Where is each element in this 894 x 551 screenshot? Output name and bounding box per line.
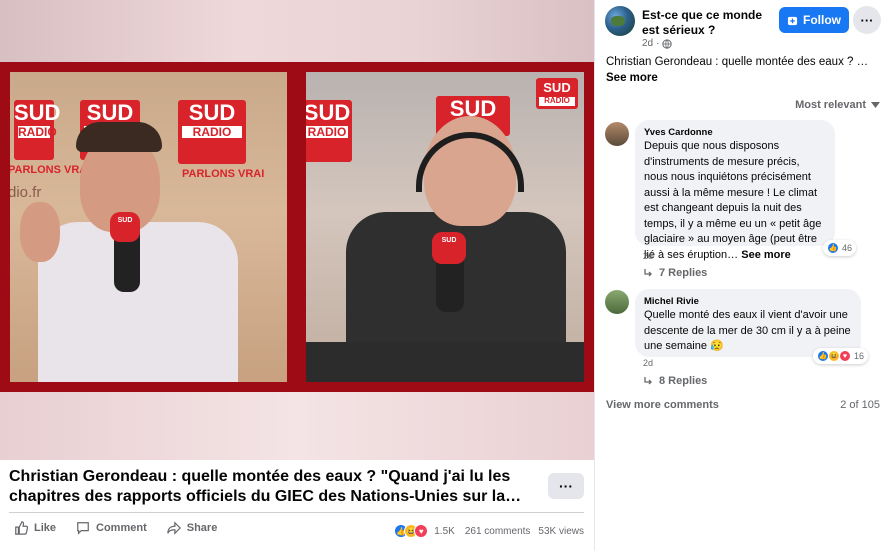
- mic-badge: SUD: [432, 232, 466, 264]
- like-button[interactable]: Like: [14, 521, 56, 535]
- post-text-content: Christian Gerondeau : quelle montée des …: [606, 56, 869, 68]
- post-side-panel: Est-ce que ce monde est sérieux ? 2d · F…: [594, 0, 894, 551]
- sud-radio-logo: SUD RADIO: [306, 100, 352, 162]
- comment-time[interactable]: 2d: [643, 358, 653, 368]
- comment-author[interactable]: Yves Cardonne: [644, 126, 825, 139]
- see-more-link[interactable]: See more: [741, 249, 791, 261]
- reaction-icons[interactable]: 👍 😆 ♥: [394, 524, 429, 538]
- replies-label: 8 Replies: [659, 375, 708, 387]
- comment: Michel Rivie Quelle monté des eaux il vi…: [605, 289, 885, 389]
- comments-count[interactable]: 261 comments: [465, 526, 531, 537]
- tagline: PARLONS VRAI: [10, 164, 91, 176]
- sort-label: Most relevant: [795, 99, 866, 111]
- commenter-avatar[interactable]: [605, 122, 629, 146]
- video-player[interactable]: SUD RADIO SUD RADIO SUD RADIO PARLONS VR…: [0, 0, 594, 460]
- video-frame: SUD RADIO SUD RADIO SUD RADIO PARLONS VR…: [0, 62, 594, 392]
- comment-time[interactable]: 2d: [643, 251, 653, 261]
- comment: Yves Cardonne Depuis que nous disposons …: [605, 120, 885, 280]
- follow-icon: [787, 16, 798, 25]
- comment-button[interactable]: Comment: [76, 521, 147, 535]
- panel-more-button[interactable]: ···: [853, 6, 881, 34]
- comment-reaction-count: 46: [842, 243, 853, 253]
- comment-icon: [77, 522, 89, 535]
- view-replies-link[interactable]: 7 Replies: [643, 267, 707, 279]
- comment-bubble: Yves Cardonne Depuis que nous disposons …: [635, 120, 835, 261]
- comment-reactions[interactable]: 👍 😆 ♥ 16: [813, 348, 869, 364]
- love-reaction-icon: ♥: [839, 350, 851, 362]
- comment-author[interactable]: Michel Rivie: [644, 295, 851, 308]
- post-actions: Like Comment Share: [14, 521, 217, 535]
- share-button[interactable]: Share: [167, 521, 218, 535]
- replies-label: 7 Replies: [659, 267, 708, 279]
- commenter-avatar[interactable]: [605, 290, 629, 314]
- presenter-hair: [76, 122, 162, 152]
- sort-dropdown[interactable]: Most relevant: [795, 99, 880, 111]
- follow-label: Follow: [803, 13, 841, 27]
- sud-radio-logo: SUD RADIO: [14, 100, 60, 160]
- reply-arrow-icon: [644, 377, 652, 385]
- comment-reactions[interactable]: 👍 46: [823, 240, 857, 256]
- comment-bubble: Michel Rivie Quelle monté des eaux il vi…: [635, 289, 861, 357]
- site-url: dio.fr: [10, 184, 42, 201]
- share-label: Share: [186, 522, 218, 534]
- video-pane-left: SUD RADIO SUD RADIO SUD RADIO PARLONS VR…: [10, 72, 287, 382]
- reaction-count[interactable]: 1.5K: [434, 526, 455, 537]
- page-name[interactable]: Est-ce que ce monde est sérieux ?: [642, 8, 772, 38]
- see-more-link[interactable]: See more: [606, 72, 658, 84]
- thumbs-up-icon: [15, 521, 28, 535]
- sud-radio-logo: SUD RADIO: [178, 100, 246, 164]
- caret-down-icon: [871, 102, 880, 108]
- post-more-button[interactable]: ···: [548, 473, 584, 499]
- post-stats: 👍 😆 ♥ 1.5K 261 comments 53K views: [394, 524, 584, 538]
- page-avatar[interactable]: [605, 6, 635, 36]
- post-time[interactable]: 2d: [642, 38, 653, 49]
- video-blur-bottom: [0, 392, 594, 460]
- follow-button[interactable]: Follow: [779, 7, 849, 33]
- love-reaction-icon: ♥: [414, 524, 429, 538]
- comment-text: Depuis que nous disposons d'instruments …: [644, 139, 825, 263]
- studio-desk: [306, 342, 584, 382]
- comment-text-content: Quelle monté des eaux il vient d'avoir u…: [644, 309, 851, 352]
- view-more-comments-link[interactable]: View more comments: [606, 399, 719, 411]
- like-label: Like: [34, 522, 57, 534]
- reply-arrow-icon: [644, 269, 652, 277]
- comment-page-count: 2 of 105: [840, 399, 880, 411]
- divider: [9, 512, 584, 513]
- post-meta: 2d ·: [642, 38, 673, 49]
- post-title: Christian Gerondeau : quelle montée des …: [9, 468, 522, 505]
- sud-radio-corner-logo: SUD RADIO: [536, 78, 578, 110]
- share-icon: [167, 521, 181, 535]
- view-replies-link[interactable]: 8 Replies: [643, 375, 707, 387]
- sad-emoji: 😥: [710, 340, 724, 352]
- video-blur-top: [0, 0, 594, 62]
- mic-badge: SUD: [110, 212, 140, 242]
- comment-label: Comment: [96, 522, 147, 534]
- views-count: 53K views: [538, 525, 584, 537]
- comment-reaction-count: 16: [854, 351, 865, 361]
- facebook-video-viewer: SUD RADIO SUD RADIO SUD RADIO PARLONS VR…: [0, 0, 894, 551]
- tagline: PARLONS VRAI: [182, 168, 265, 180]
- presenter-hand: [20, 202, 60, 262]
- like-reaction-icon: 👍: [827, 242, 839, 254]
- post-text: Christian Gerondeau : quelle montée des …: [606, 54, 886, 86]
- video-pane-right: SUD RADIO SUD SUD RADIO SUD: [306, 72, 584, 382]
- comment-text-content: Depuis que nous disposons d'instruments …: [644, 140, 822, 261]
- globe-icon: [662, 38, 673, 49]
